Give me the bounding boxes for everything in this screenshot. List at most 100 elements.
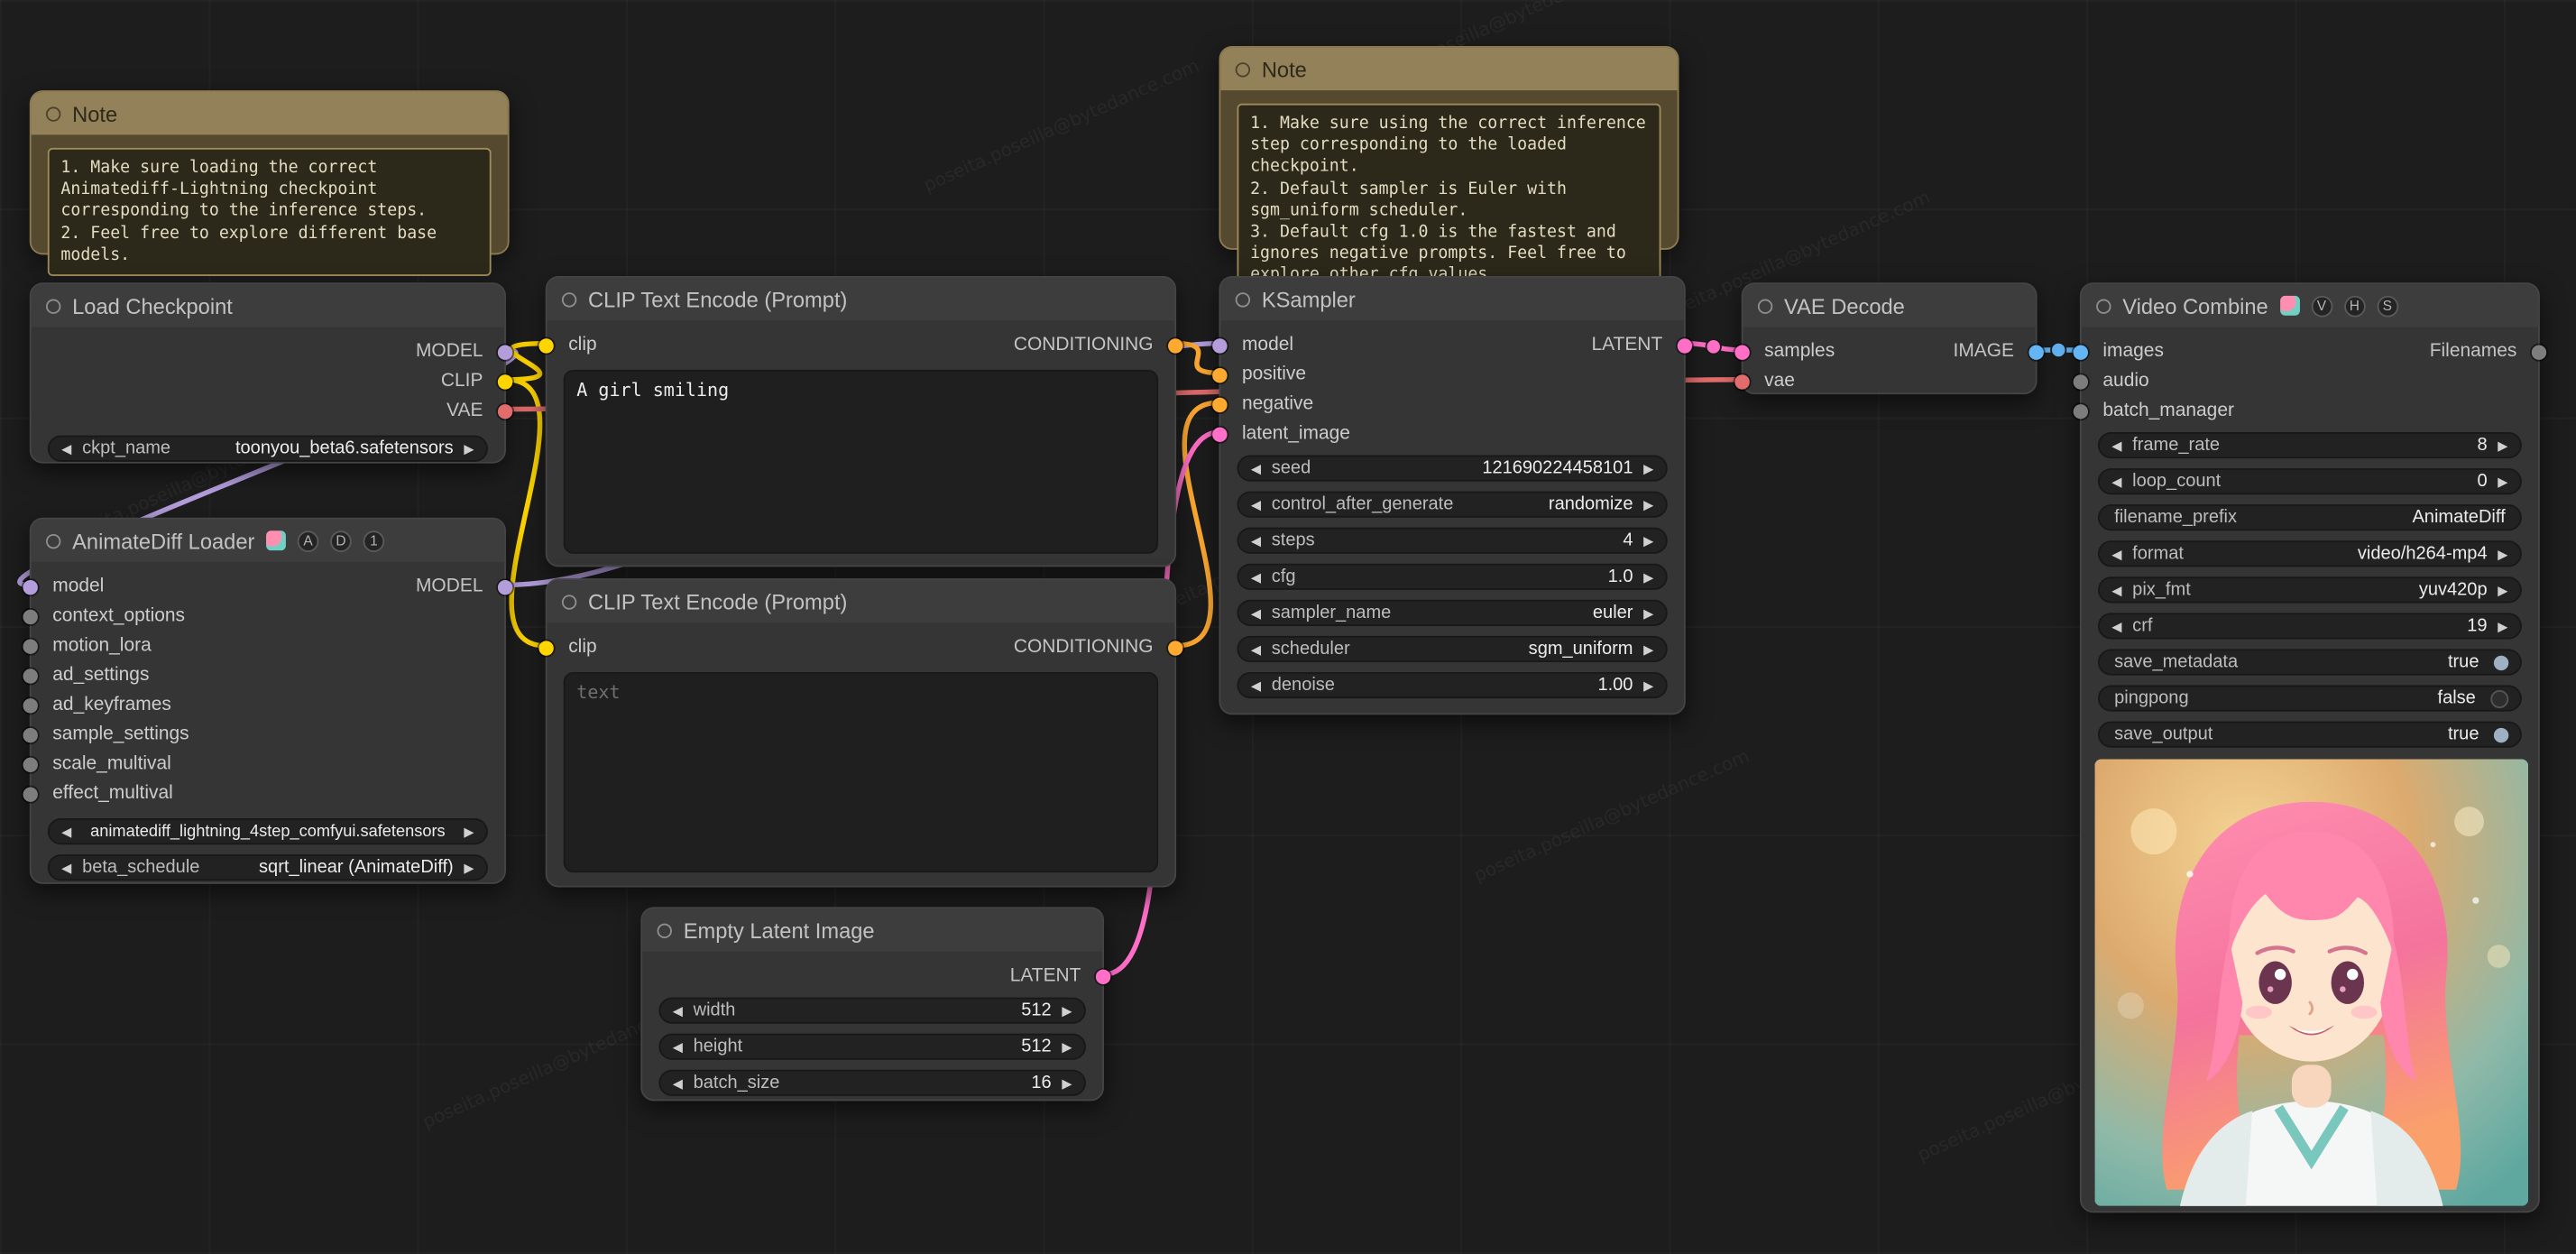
batch-manager-input-slot[interactable]: [2073, 403, 2088, 419]
ksampler-node[interactable]: KSampler model LATENT positive negative …: [1212, 275, 1693, 715]
prev-arrow-icon[interactable]: ◀: [58, 441, 76, 456]
batch-size-widget[interactable]: ◀ batch_size 16 ▶: [658, 1069, 1086, 1096]
motion-lora-input-slot[interactable]: [23, 638, 38, 654]
prev-arrow-icon[interactable]: ◀: [2108, 438, 2126, 452]
next-arrow-icon[interactable]: ▶: [2494, 547, 2512, 561]
model-name-widget[interactable]: ◀ animatediff_lightning_4step_comfyui.sa…: [47, 818, 488, 845]
latent-output-slot[interactable]: [1677, 337, 1693, 353]
model-input-slot[interactable]: [1212, 337, 1228, 353]
prev-arrow-icon[interactable]: ◀: [2108, 619, 2126, 633]
collapse-dot-icon[interactable]: [45, 533, 61, 549]
clip-input-slot[interactable]: [538, 337, 554, 353]
prev-arrow-icon[interactable]: ◀: [1247, 497, 1265, 512]
next-arrow-icon[interactable]: ▶: [1058, 1039, 1076, 1054]
prev-arrow-icon[interactable]: ◀: [1247, 678, 1265, 692]
pix-fmt-widget[interactable]: ◀ pix_fmt yuv420p ▶: [2097, 576, 2522, 604]
next-arrow-icon[interactable]: ▶: [1640, 461, 1658, 475]
collapse-dot-icon[interactable]: [657, 922, 672, 938]
filenames-output-slot[interactable]: [2531, 344, 2547, 359]
conditioning-output-slot[interactable]: [1168, 337, 1183, 353]
save-metadata-toggle[interactable]: save_metadata true: [2097, 649, 2522, 676]
node-title-bar[interactable]: KSampler: [1220, 277, 1684, 321]
model-input-slot[interactable]: [23, 579, 38, 595]
scale-multival-input-slot[interactable]: [23, 756, 38, 772]
prev-arrow-icon[interactable]: ◀: [1247, 641, 1265, 656]
seed-widget[interactable]: ◀ seed 121690224458101 ▶: [1237, 455, 1668, 482]
video-combine-node[interactable]: Video Combine V H S images Filenames aud…: [2073, 282, 2547, 1213]
ckpt-name-widget[interactable]: ◀ ckpt_name toonyou_beta6.safetensors ▶: [47, 435, 488, 462]
prev-arrow-icon[interactable]: ◀: [668, 1075, 686, 1090]
images-input-slot[interactable]: [2073, 344, 2088, 359]
next-arrow-icon[interactable]: ▶: [460, 824, 478, 838]
height-widget[interactable]: ◀ height 512 ▶: [658, 1033, 1086, 1060]
node-title-bar[interactable]: CLIP Text Encode (Prompt): [547, 277, 1175, 321]
control-after-generate-widget[interactable]: ◀ control_after_generate randomize ▶: [1237, 491, 1668, 518]
collapse-dot-icon[interactable]: [2096, 298, 2111, 313]
frame-rate-widget[interactable]: ◀ frame_rate 8 ▶: [2097, 432, 2522, 459]
next-arrow-icon[interactable]: ▶: [460, 441, 478, 456]
next-arrow-icon[interactable]: ▶: [1058, 1075, 1076, 1090]
latent-image-input-slot[interactable]: [1212, 426, 1228, 442]
model-output-slot[interactable]: [497, 344, 513, 359]
pingpong-toggle[interactable]: pingpong false: [2097, 685, 2522, 712]
negative-input-slot[interactable]: [1212, 396, 1228, 412]
note-body-text[interactable]: 1. Make sure loading the correct Animate…: [47, 147, 492, 276]
note-node-top[interactable]: Note 1. Make sure using the correct infe…: [1219, 45, 1679, 297]
prev-arrow-icon[interactable]: ◀: [2108, 474, 2126, 488]
prev-arrow-icon[interactable]: ◀: [1247, 461, 1265, 475]
next-arrow-icon[interactable]: ▶: [1640, 605, 1658, 620]
image-output-slot[interactable]: [2029, 344, 2044, 359]
prev-arrow-icon[interactable]: ◀: [2108, 583, 2126, 597]
vae-decode-node[interactable]: VAE Decode samples IMAGE vae: [1734, 282, 2044, 395]
next-arrow-icon[interactable]: ▶: [1640, 641, 1658, 656]
toggle-dot-icon[interactable]: [2493, 726, 2509, 742]
animatediff-loader-node[interactable]: AnimateDiff Loader A D 1 model MODEL con…: [23, 517, 513, 884]
ad-keyframes-input-slot[interactable]: [23, 697, 38, 713]
prev-arrow-icon[interactable]: ◀: [1247, 605, 1265, 620]
model-output-slot[interactable]: [497, 579, 513, 595]
load-checkpoint-node[interactable]: Load Checkpoint MODEL CLIP VAE ◀ ckpt_na…: [29, 282, 513, 464]
loop-count-widget[interactable]: ◀ loop_count 0 ▶: [2097, 468, 2522, 495]
node-graph-canvas[interactable]: poseita.poseilla@bytedance.com poseita.p…: [0, 0, 2576, 1254]
effect-multival-input-slot[interactable]: [23, 786, 38, 801]
next-arrow-icon[interactable]: ▶: [2494, 474, 2512, 488]
note-title-bar[interactable]: Note: [1220, 47, 1678, 91]
note-body-text[interactable]: 1. Make sure using the correct inference…: [1237, 103, 1661, 297]
note-node-left[interactable]: Note 1. Make sure loading the correct An…: [29, 90, 510, 276]
next-arrow-icon[interactable]: ▶: [1640, 678, 1658, 692]
positive-input-slot[interactable]: [1212, 367, 1228, 383]
note-title-bar[interactable]: Note: [31, 91, 508, 135]
collapse-dot-icon[interactable]: [561, 594, 577, 609]
collapse-dot-icon[interactable]: [1757, 298, 1773, 313]
prev-arrow-icon[interactable]: ◀: [668, 1003, 686, 1018]
ad-settings-input-slot[interactable]: [23, 668, 38, 683]
context-options-input-slot[interactable]: [23, 608, 38, 624]
conditioning-output-slot[interactable]: [1168, 640, 1183, 655]
node-title-bar[interactable]: CLIP Text Encode (Prompt): [547, 579, 1175, 623]
next-arrow-icon[interactable]: ▶: [460, 861, 478, 875]
prev-arrow-icon[interactable]: ◀: [1247, 569, 1265, 584]
audio-input-slot[interactable]: [2073, 373, 2088, 389]
next-arrow-icon[interactable]: ▶: [1640, 569, 1658, 584]
toggle-dot-icon[interactable]: [2493, 654, 2509, 670]
save-output-toggle[interactable]: save_output true: [2097, 721, 2522, 748]
collapse-dot-icon[interactable]: [561, 291, 577, 307]
toggle-dot-icon[interactable]: [2490, 689, 2509, 708]
scheduler-widget[interactable]: ◀ scheduler sgm_uniform ▶: [1237, 635, 1668, 663]
cfg-widget[interactable]: ◀ cfg 1.0 ▶: [1237, 563, 1668, 590]
prev-arrow-icon[interactable]: ◀: [1247, 533, 1265, 548]
prompt-textarea[interactable]: text: [563, 671, 1159, 873]
sample-settings-input-slot[interactable]: [23, 726, 38, 742]
clip-text-encode-negative-node[interactable]: CLIP Text Encode (Prompt) clip CONDITION…: [538, 578, 1183, 888]
steps-widget[interactable]: ◀ steps 4 ▶: [1237, 527, 1668, 554]
prev-arrow-icon[interactable]: ◀: [58, 861, 76, 875]
node-title-bar[interactable]: Empty Latent Image: [642, 908, 1103, 952]
node-title-bar[interactable]: Video Combine V H S: [2081, 284, 2539, 327]
clip-output-slot[interactable]: [497, 373, 513, 389]
beta-schedule-widget[interactable]: ◀ beta_schedule sqrt_linear (AnimateDiff…: [47, 854, 488, 881]
next-arrow-icon[interactable]: ▶: [2494, 619, 2512, 633]
prev-arrow-icon[interactable]: ◀: [58, 824, 76, 838]
next-arrow-icon[interactable]: ▶: [2494, 583, 2512, 597]
collapse-dot-icon[interactable]: [45, 106, 61, 121]
next-arrow-icon[interactable]: ▶: [1640, 497, 1658, 512]
